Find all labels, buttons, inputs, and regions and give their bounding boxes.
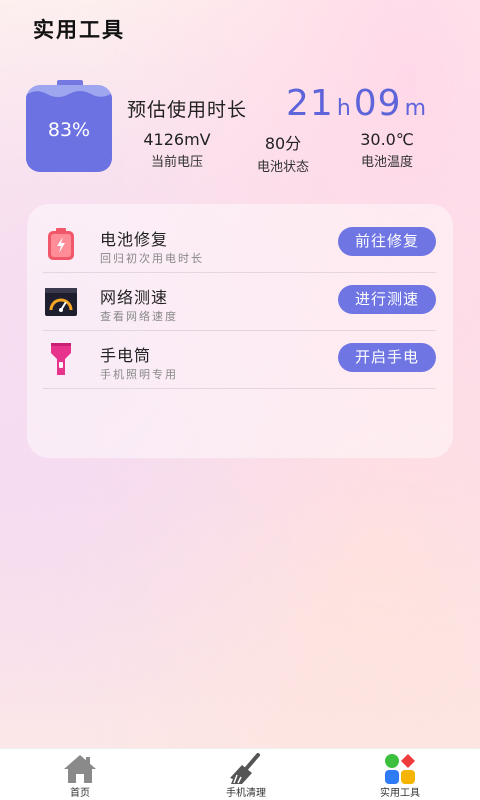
estimate-hours-unit: h — [336, 96, 351, 121]
flashlight-button[interactable]: 开启手电 — [338, 343, 436, 372]
estimate-minutes-unit: m — [404, 96, 427, 121]
speedometer-icon — [43, 284, 79, 320]
nav-label: 首页 — [70, 788, 90, 799]
estimate-time: 21 h09 m — [286, 83, 429, 124]
speed-test-button[interactable]: 进行测速 — [338, 285, 436, 314]
tool-name: 手电筒 — [100, 346, 152, 365]
tool-desc: 回归初次用电时长 — [100, 252, 204, 265]
estimate-hours: 21 — [286, 83, 334, 124]
stat-label: 当前电压 — [150, 155, 203, 170]
tools-card: 电池修复 回归初次用电时长 前往修复 网络测速 查看网络速度 进行测速 手电筒 — [27, 204, 453, 458]
battery-repair-icon — [43, 226, 79, 262]
tool-row-battery-repair[interactable]: 电池修复 回归初次用电时长 前往修复 — [43, 215, 436, 273]
tool-name: 网络测速 — [100, 288, 169, 307]
nav-item-tools[interactable]: 实用工具 — [350, 749, 450, 800]
tool-desc: 查看网络速度 — [100, 310, 178, 323]
nav-item-cleaner[interactable]: 手机清理 — [196, 749, 296, 800]
stat-temperature: 30.0℃ 电池温度 — [332, 130, 442, 170]
battery-gauge: 83% — [26, 80, 112, 172]
battery-wave — [26, 90, 112, 102]
estimate-minutes: 09 — [353, 83, 402, 124]
bottom-nav: 首页 手机清理 实用工具 — [0, 748, 480, 800]
nav-item-home[interactable]: 首页 — [30, 749, 130, 800]
stat-value: 4126mV — [143, 130, 211, 149]
home-icon — [62, 753, 98, 785]
repair-button[interactable]: 前往修复 — [338, 227, 436, 256]
tool-name: 电池修复 — [100, 230, 169, 249]
apps-grid-icon — [382, 753, 418, 785]
broom-icon — [228, 753, 264, 785]
battery-percent: 83% — [47, 119, 91, 141]
flashlight-icon — [43, 342, 79, 378]
tool-row-speed-test[interactable]: 网络测速 查看网络速度 进行测速 — [43, 273, 436, 331]
stat-voltage: 4126mV 当前电压 — [122, 130, 232, 170]
stat-health: 80分 电池状态 — [228, 130, 338, 175]
tool-desc: 手机照明专用 — [100, 368, 178, 381]
battery-body: 83% — [26, 85, 112, 172]
page-title: 实用工具 — [33, 18, 125, 42]
tool-row-flashlight[interactable]: 手电筒 手机照明专用 开启手电 — [43, 331, 436, 389]
estimate-label: 预估使用时长 — [127, 99, 248, 121]
stat-value: 30.0℃ — [360, 130, 414, 149]
nav-label: 实用工具 — [380, 788, 420, 799]
stat-value: 80分 — [264, 134, 302, 153]
nav-label: 手机清理 — [226, 788, 266, 799]
stat-label: 电池温度 — [360, 155, 413, 170]
stat-label: 电池状态 — [256, 160, 309, 175]
